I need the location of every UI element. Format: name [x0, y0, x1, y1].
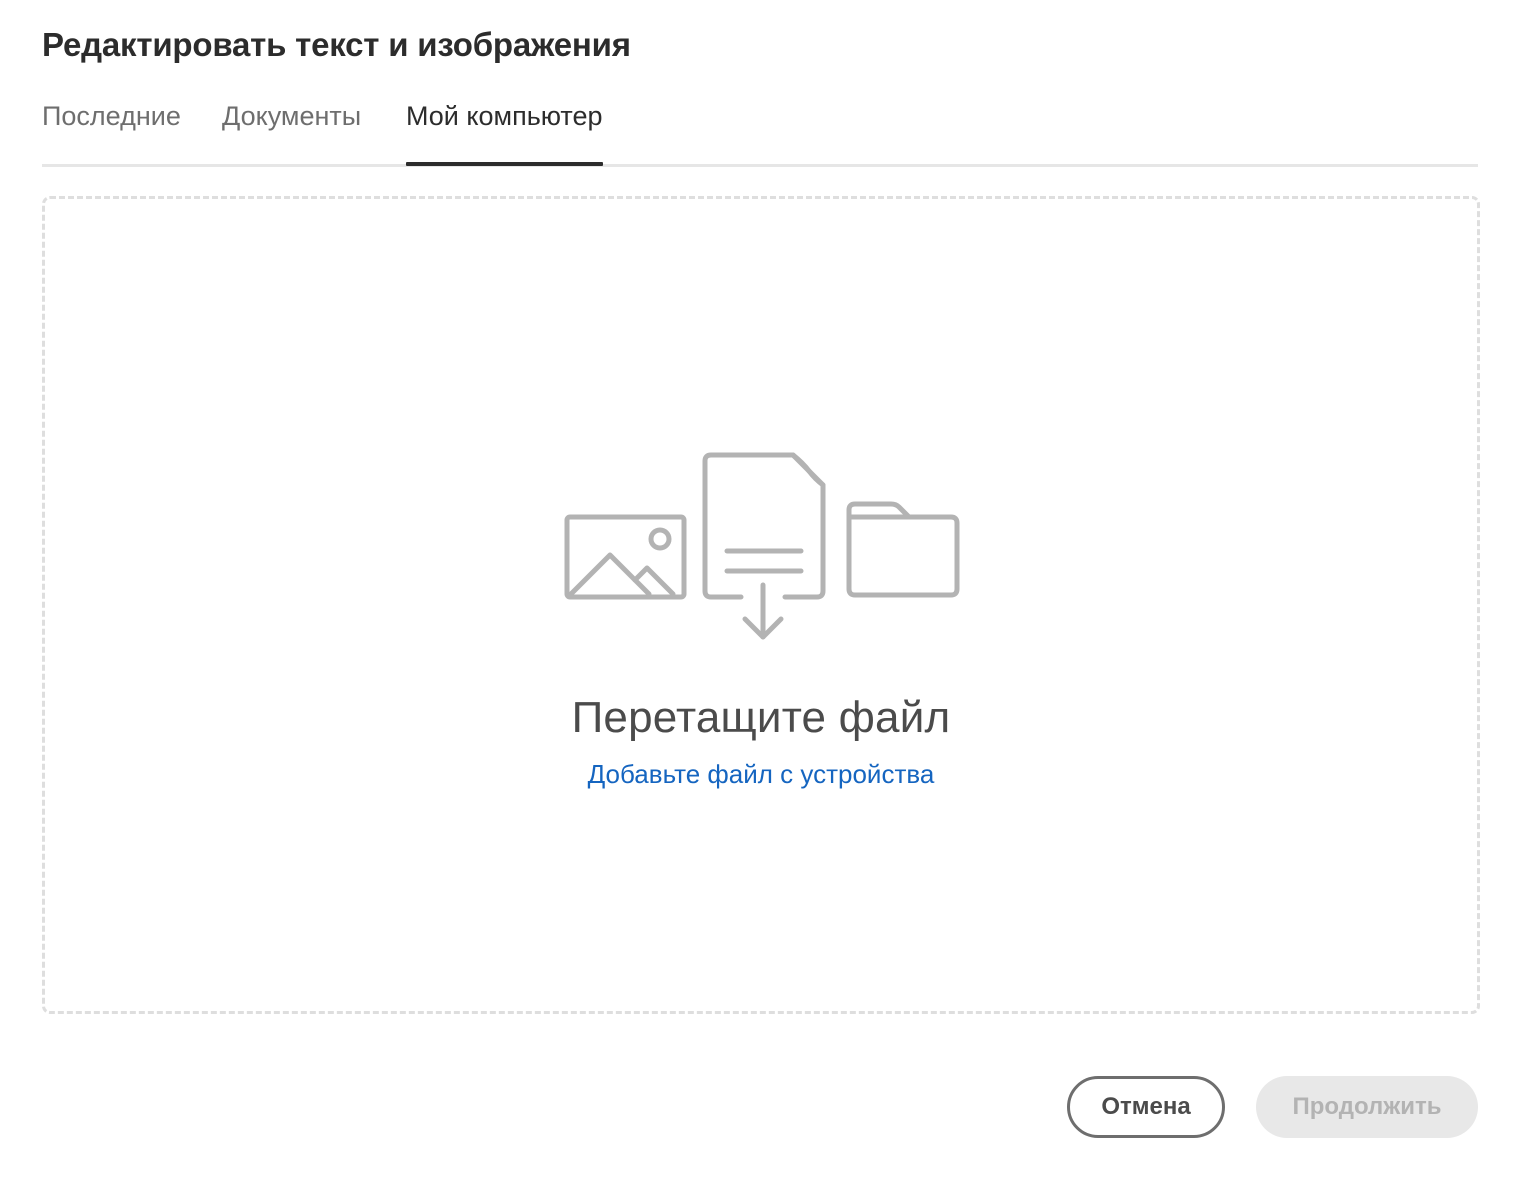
cancel-button[interactable]: Отмена — [1067, 1076, 1225, 1138]
tab-documents[interactable]: Документы — [222, 96, 361, 164]
image-icon — [564, 514, 687, 600]
tab-bar: Последние Документы Мой компьютер — [42, 96, 1478, 167]
folder-icon — [846, 501, 960, 598]
continue-button[interactable]: Продолжить — [1256, 1076, 1478, 1138]
dialog-title: Редактировать текст и изображения — [42, 26, 631, 63]
dropzone-illustration — [564, 452, 960, 640]
file-download-icon — [702, 452, 826, 640]
edit-dialog: Редактировать текст и изображения Послед… — [0, 0, 1530, 1198]
add-file-link[interactable]: Добавьте файл с устройства — [45, 759, 1477, 790]
tab-my-computer[interactable]: Мой компьютер — [406, 96, 603, 166]
tab-recent[interactable]: Последние — [42, 96, 181, 164]
file-dropzone[interactable]: Перетащите файл Добавьте файл с устройст… — [42, 196, 1480, 1014]
dropzone-title: Перетащите файл — [571, 693, 951, 742]
